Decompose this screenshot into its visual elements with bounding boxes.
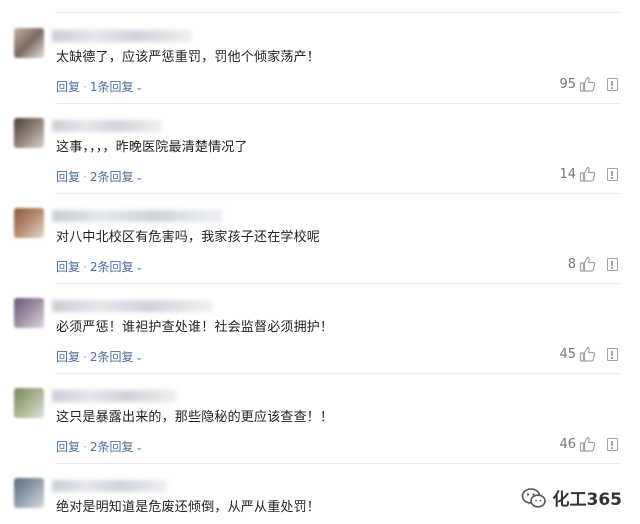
reply-button[interactable]: 回复 [56,350,80,364]
chevron-down-icon: ⌄ [135,173,144,183]
report-icon[interactable] [607,438,618,451]
view-replies-button[interactable]: 2条回复 ⌄ [90,350,143,364]
like-button[interactable]: 95 [559,76,596,92]
username-blurred[interactable] [52,480,167,492]
report-icon[interactable] [607,78,618,91]
thumbs-up-icon [579,76,596,92]
like-count: 46 [559,436,576,452]
replies-count-label: 2条回复 [89,350,134,364]
chevron-down-icon: ⌄ [135,353,144,363]
view-replies-button[interactable]: 2条回复 ⌄ [90,260,143,274]
comment-text: 太缺德了，应该严惩重罚，罚他个倾家荡产！ [56,50,321,65]
avatar[interactable] [14,208,44,238]
report-icon[interactable] [607,258,618,271]
like-button[interactable]: 8 [568,256,596,272]
comment-text: 这只是暴露出来的，那些隐秘的更应该查查！！ [56,410,334,425]
chevron-down-icon: ⌄ [135,263,144,273]
like-count: 8 [567,256,576,272]
reply-button[interactable]: 回复 [56,170,80,184]
view-replies-button[interactable]: 1条回复 ⌄ [90,80,143,94]
comment-actions: 回复 · 2条回复 ⌄ [56,260,144,274]
avatar[interactable] [14,388,44,418]
watermark: 化工365 [521,485,623,510]
avatar[interactable] [14,118,44,148]
replies-count-label: 2条回复 [89,440,134,454]
replies-count-label: 1条回复 [89,80,134,94]
thumbs-up-icon [579,436,596,452]
like-button[interactable]: 45 [559,346,596,362]
comment-text: 对八中北校区有危害吗，我家孩子还在学校呢 [56,230,321,245]
comment-actions: 回复 · 2条回复 ⌄ [56,350,144,364]
avatar[interactable] [14,298,44,328]
view-replies-button[interactable]: 2条回复 ⌄ [90,440,143,454]
comment-text: 这事，，，，昨晚医院最清楚情况了 [56,140,248,155]
like-count: 45 [559,346,576,362]
avatar[interactable] [14,28,44,58]
comment-item: 太缺德了，应该严惩重罚，罚他个倾家荡产！ 回复 · 1条回复 ⌄ 95 [0,14,640,104]
reply-button[interactable]: 回复 [56,440,80,454]
like-button[interactable]: 14 [559,166,596,182]
like-count: 14 [559,166,576,182]
report-icon[interactable] [607,168,618,181]
thumbs-up-icon [579,166,596,182]
comment-text: 必须严惩！谁袒护查处谁！社会监督必须拥护！ [56,320,334,335]
comment-actions: 回复 · 2条回复 ⌄ [56,170,144,184]
comment-actions: 回复 · 2条回复 ⌄ [56,440,144,454]
comment-actions: 回复 · 1条回复 ⌄ [56,80,144,94]
chevron-down-icon: ⌄ [135,83,144,93]
view-replies-button[interactable]: 2条回复 ⌄ [90,170,143,184]
report-icon[interactable] [607,348,618,361]
comment-item: 这事，，，，昨晚医院最清楚情况了 回复 · 2条回复 ⌄ 14 [0,104,640,194]
username-blurred[interactable] [52,210,222,222]
replies-count-label: 2条回复 [89,170,134,184]
comment-item: 对八中北校区有危害吗，我家孩子还在学校呢 回复 · 2条回复 ⌄ 8 [0,194,640,284]
reply-button[interactable]: 回复 [56,80,80,94]
like-button[interactable]: 46 [559,436,596,452]
comment-item: 必须严惩！谁袒护查处谁！社会监督必须拥护！ 回复 · 2条回复 ⌄ 45 [0,284,640,374]
username-blurred[interactable] [52,300,212,312]
watermark-label: 化工365 [552,490,623,510]
reply-button[interactable]: 回复 [56,260,80,274]
avatar[interactable] [14,478,44,508]
comment-item: 这只是暴露出来的，那些隐秘的更应该查查！！ 回复 · 2条回复 ⌄ 46 [0,374,640,464]
like-count: 95 [559,76,576,92]
thumbs-up-icon [579,346,596,362]
comment-text: 绝对是明知道是危废还倾倒，从严从重处罚！ [56,500,321,515]
chevron-down-icon: ⌄ [135,443,144,453]
username-blurred[interactable] [52,390,177,402]
username-blurred[interactable] [52,120,162,132]
top-divider [55,12,620,13]
replies-count-label: 2条回复 [89,260,134,274]
username-blurred[interactable] [52,30,192,42]
thumbs-up-icon [579,256,596,272]
wechat-icon [521,487,546,508]
